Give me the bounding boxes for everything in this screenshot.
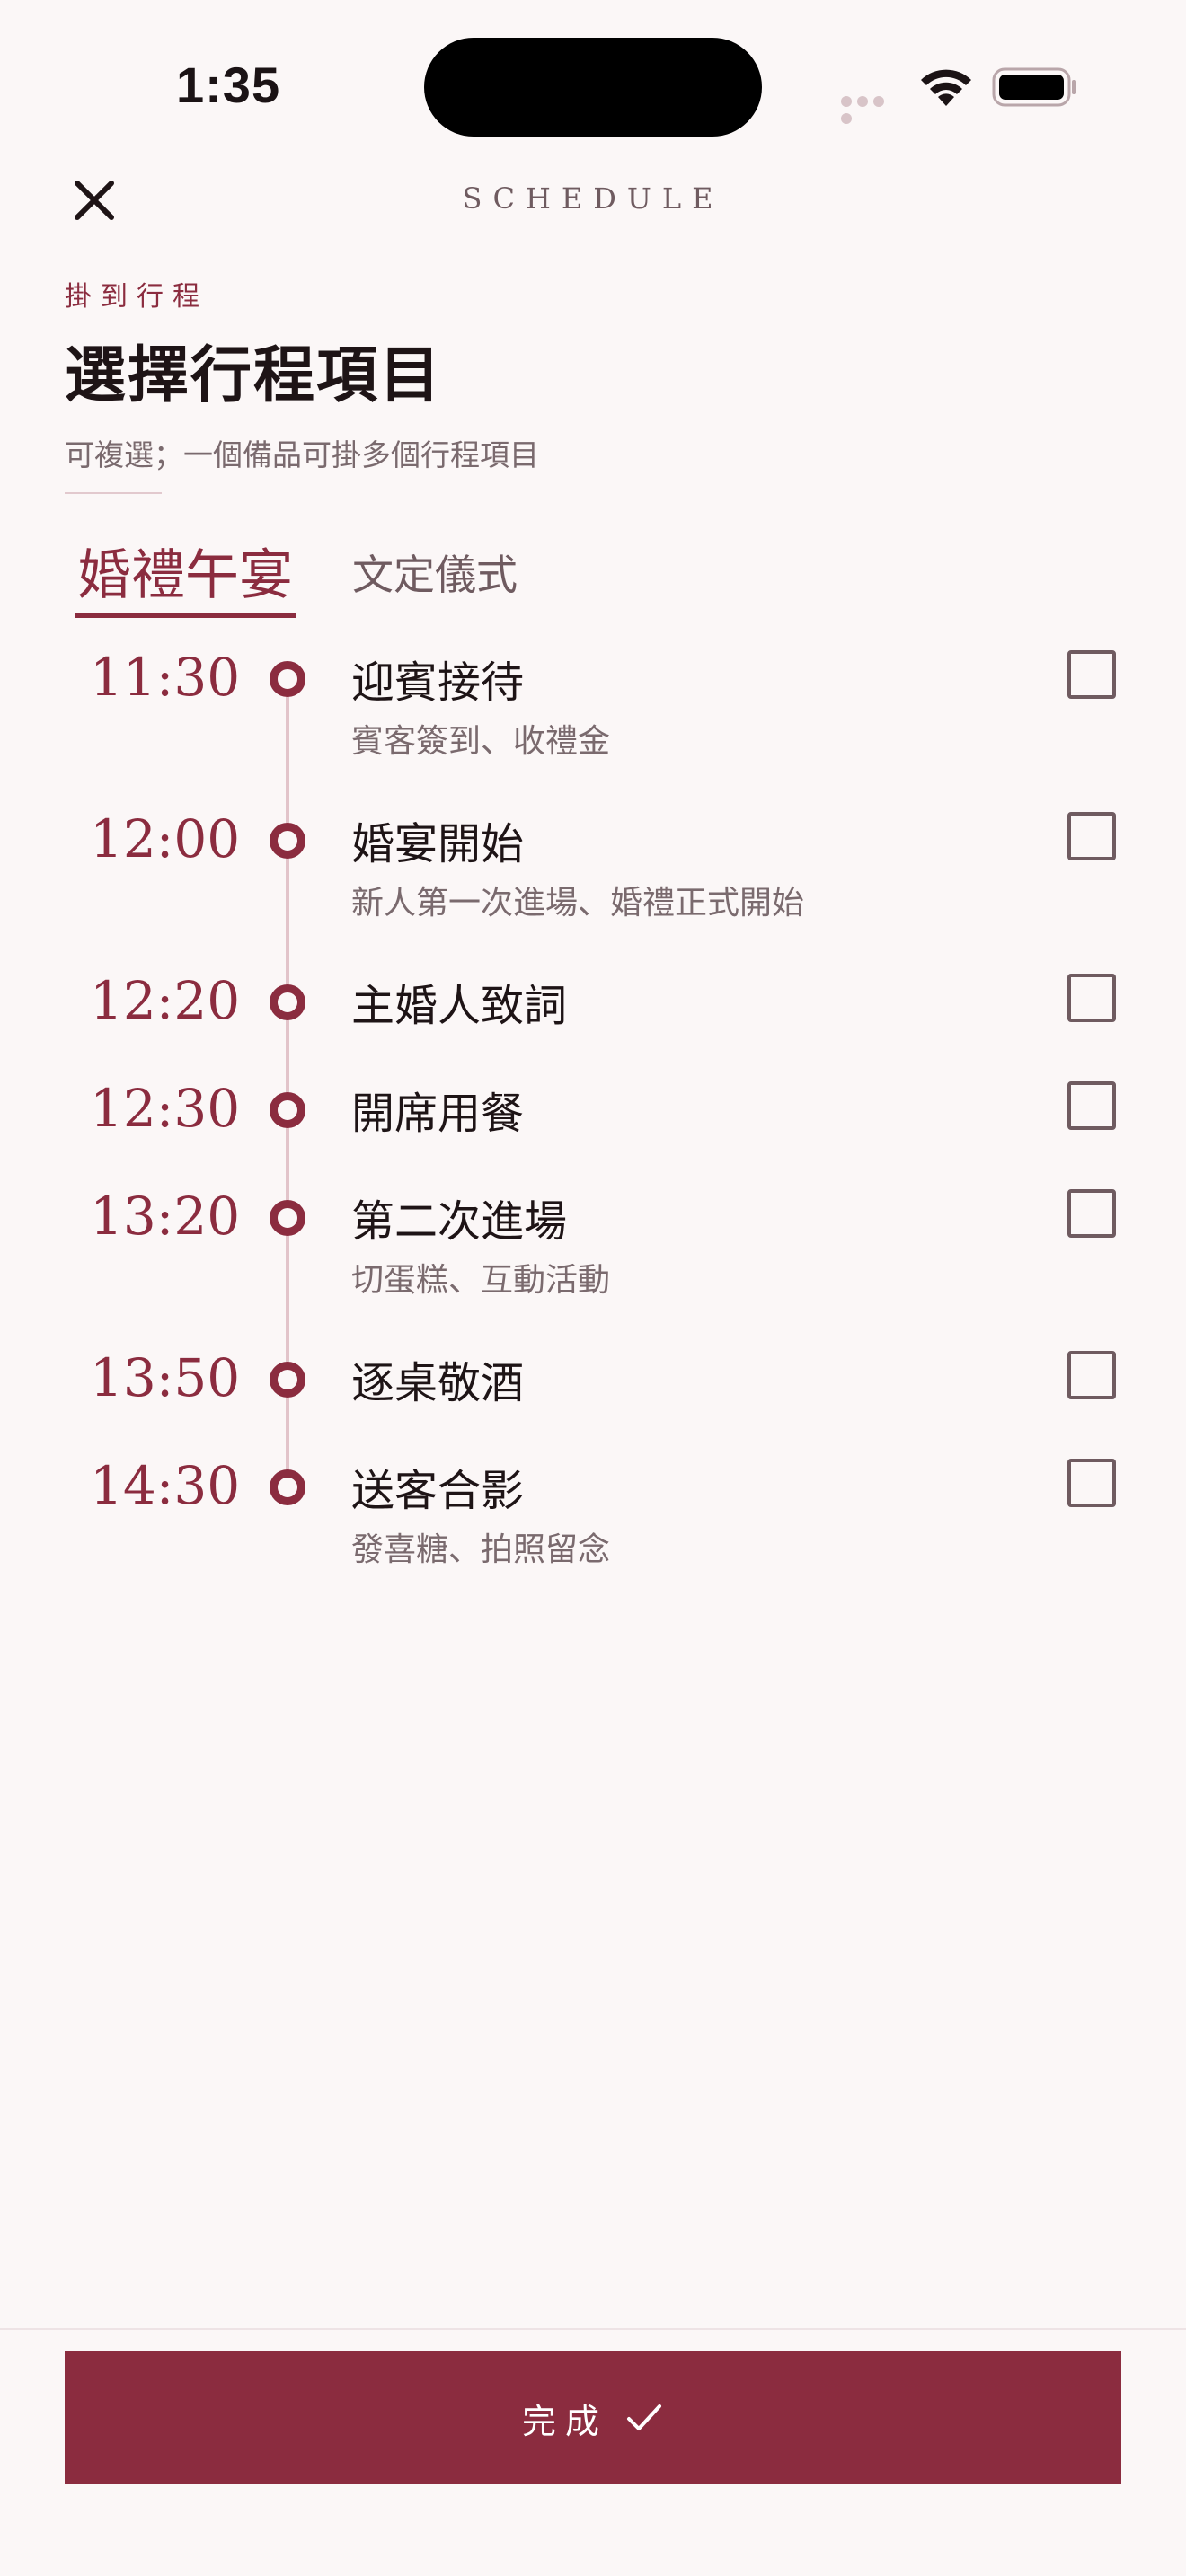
- done-button-label: 完成: [521, 2401, 608, 2441]
- schedule-desc: 新人第一次進場、婚禮正式開始: [351, 885, 805, 922]
- battery-icon: [992, 67, 1076, 107]
- schedule-checkbox[interactable]: [1067, 812, 1116, 860]
- schedule-checkbox[interactable]: [1067, 1081, 1116, 1130]
- schedule-name: 開席用餐: [351, 1089, 525, 1139]
- schedule-checkbox[interactable]: [1067, 650, 1116, 699]
- schedule-checkbox[interactable]: [1067, 1351, 1116, 1399]
- schedule-checkbox[interactable]: [1067, 1189, 1116, 1238]
- timeline-dot: [270, 1200, 305, 1236]
- header-title: SCHEDULE: [462, 181, 724, 216]
- schedule-time: 11:30: [90, 647, 241, 708]
- schedule-name: 送客合影: [351, 1466, 525, 1516]
- schedule-name: 第二次進場: [351, 1196, 568, 1247]
- timeline-dot: [270, 984, 305, 1020]
- title-divider: [65, 492, 162, 494]
- schedule-item: 12:00 婚宴開始 新人第一次進場、婚禮正式開始: [0, 808, 1186, 922]
- timeline-dot: [270, 1362, 305, 1398]
- timeline-dot: [270, 1092, 305, 1128]
- schedule-desc: 賓客簽到、收禮金: [351, 723, 611, 760]
- checkmark-icon: [627, 2404, 661, 2430]
- schedule-time: 13:20: [90, 1186, 241, 1247]
- eyebrow-label: 掛到行程: [65, 281, 208, 313]
- schedule-item: 13:20 第二次進場 切蛋糕、互動活動: [0, 1186, 1186, 1299]
- timeline-dot: [270, 1469, 305, 1505]
- schedule-name: 逐桌敬酒: [351, 1358, 525, 1408]
- timeline-dot: [270, 661, 305, 697]
- schedule-item: 13:50 逐桌敬酒: [0, 1347, 1186, 1419]
- page-subtitle: 可複選；一個備品可掛多個行程項目: [65, 437, 539, 472]
- schedule-time: 13:50: [90, 1347, 241, 1408]
- schedule-time: 12:00: [90, 808, 241, 869]
- schedule-checkbox[interactable]: [1067, 1459, 1116, 1507]
- page-title: 選擇行程項目: [65, 340, 443, 411]
- schedule-item: 11:30 迎賓接待 賓客簽到、收禮金: [0, 647, 1186, 760]
- dynamic-island: [424, 38, 762, 137]
- schedule-name: 迎賓接待: [351, 657, 525, 708]
- schedule-time: 14:30: [90, 1455, 241, 1516]
- schedule-item: 12:30 開席用餐: [0, 1078, 1186, 1150]
- schedule-time: 12:20: [90, 970, 241, 1031]
- done-button[interactable]: 完成: [65, 2351, 1121, 2484]
- tab-engagement-ceremony[interactable]: 文定儀式: [352, 543, 518, 602]
- schedule-name: 主婚人致詞: [351, 981, 568, 1031]
- schedule-item: 12:20 主婚人致詞: [0, 970, 1186, 1042]
- schedule-time: 12:30: [90, 1078, 241, 1139]
- schedule-checkbox[interactable]: [1067, 974, 1116, 1022]
- schedule-name: 婚宴開始: [351, 819, 525, 869]
- timeline-dot: [270, 823, 305, 859]
- signal-icon: [841, 93, 902, 124]
- footer-divider: [0, 2328, 1186, 2330]
- tab-wedding-luncheon[interactable]: 婚禮午宴: [77, 532, 293, 610]
- schedule-desc: 發喜糖、拍照留念: [351, 1531, 611, 1568]
- schedule-desc: 切蛋糕、互動活動: [351, 1262, 611, 1299]
- active-tab-indicator: [75, 613, 296, 618]
- status-time: 1:35: [176, 57, 281, 113]
- schedule-item: 14:30 送客合影 發喜糖、拍照留念: [0, 1455, 1186, 1568]
- wifi-icon: [921, 69, 971, 106]
